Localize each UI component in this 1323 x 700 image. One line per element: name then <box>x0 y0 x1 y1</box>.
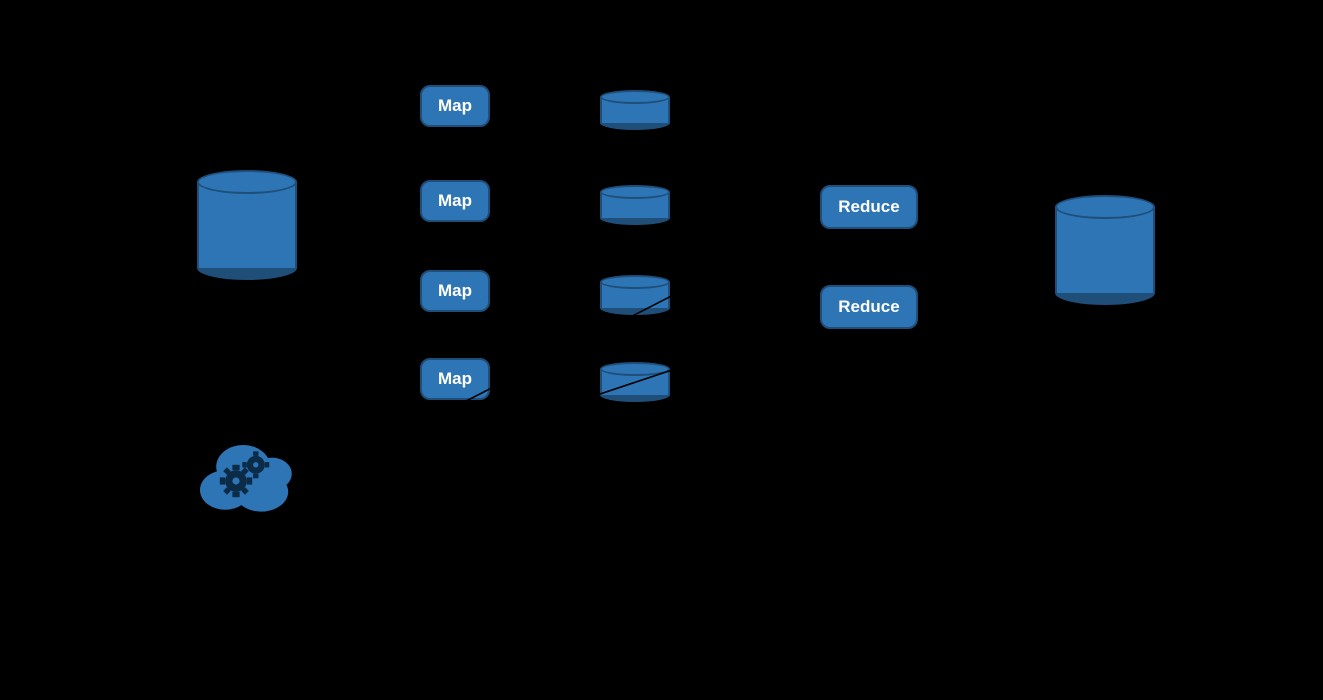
connector-lines <box>0 0 1323 700</box>
diagram-canvas: { "colors":{"node_fill":"#2e75b6","node_… <box>0 0 1323 700</box>
